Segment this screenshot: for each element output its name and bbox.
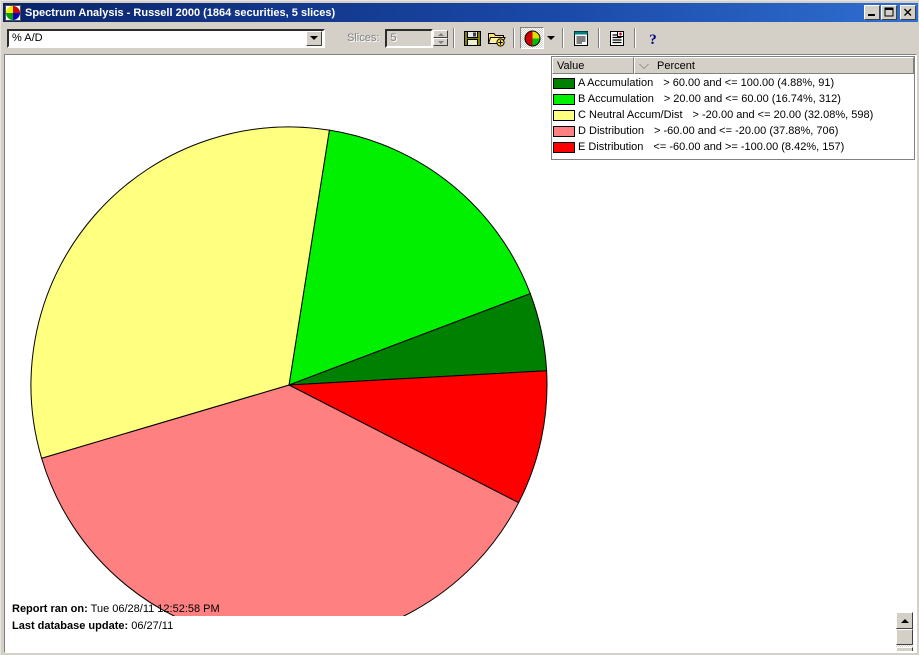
indicator-select[interactable]: % A/D: [7, 28, 325, 48]
application-window: Spectrum Analysis - Russell 2000 (1864 s…: [0, 0, 919, 655]
title-bar[interactable]: Spectrum Analysis - Russell 2000 (1864 s…: [3, 3, 918, 22]
legend-row-label: A Accumulation: [578, 77, 654, 89]
report-footer: Report ran on: Tue 06/28/11 12:52:58 PM …: [12, 601, 220, 635]
toolbar-separator: [453, 28, 456, 48]
open-folder-icon: [487, 33, 506, 47]
report-ran-value: Tue 06/28/11 12:52:58 PM: [90, 603, 220, 615]
legend-row-label: D Distribution: [578, 125, 645, 137]
indicator-select-value: % A/D: [12, 32, 43, 44]
chart-legend: Value Percent A Accumulation > 60.00 and …: [551, 56, 915, 160]
report-canvas: Value Percent A Accumulation > 60.00 and …: [6, 56, 915, 651]
arrow-up-icon[interactable]: [433, 30, 449, 38]
legend-color-swatch: [553, 125, 575, 137]
legend-color-swatch: [553, 109, 575, 121]
legend-row[interactable]: B Accumulation > 20.00 and <= 60.00 (16.7…: [553, 91, 914, 107]
legend-color-swatch: [553, 141, 575, 153]
legend-row-range: > -60.00 and <= -20.00 (37.88%, 706): [654, 125, 839, 137]
report-ran-line: Report ran on: Tue 06/28/11 12:52:58 PM: [12, 601, 220, 618]
legend-column-percent[interactable]: Percent: [634, 57, 914, 74]
report-content-pane: Value Percent A Accumulation > 60.00 and …: [4, 54, 917, 653]
legend-row[interactable]: D Distribution > -60.00 and <= -20.00 (37…: [553, 123, 914, 139]
chart-type-dropdown[interactable]: [544, 27, 557, 49]
legend-row-range: <= -60.00 and >= -100.00 (8.42%, 157): [653, 141, 845, 153]
legend-header: Value Percent: [552, 57, 914, 74]
scroll-thumb[interactable]: [896, 629, 913, 645]
toolbar-separator: [598, 28, 601, 48]
pie-chart-icon: [524, 30, 541, 46]
slices-input[interactable]: 5: [385, 28, 434, 48]
last-update-label: Last database update:: [12, 620, 129, 632]
slices-stepper[interactable]: 5: [385, 28, 449, 48]
slices-spin-buttons[interactable]: [433, 30, 449, 46]
toolbar: % A/D Slices: 5 ?: [3, 25, 918, 51]
window-controls: [863, 5, 916, 20]
close-button[interactable]: [900, 5, 916, 20]
app-pie-icon: [5, 4, 21, 21]
pie-chart-svg[interactable]: [6, 56, 554, 644]
scroll-up-button[interactable]: [896, 612, 913, 629]
legend-row[interactable]: C Neutral Accum/Dist > -20.00 and <= 20.0…: [553, 107, 914, 123]
floppy-disk-icon: [463, 31, 481, 46]
help-button[interactable]: ?: [641, 27, 665, 49]
scroll-down-button[interactable]: [896, 647, 913, 651]
sort-ascending-icon: [639, 63, 649, 68]
legend-row-label: E Distribution: [578, 141, 644, 153]
legend-column-value[interactable]: Value: [552, 57, 634, 74]
vertical-scrollbar[interactable]: [896, 612, 913, 651]
chevron-down-icon[interactable]: [306, 30, 322, 46]
legend-row-range: > 20.00 and <= 60.00 (16.74%, 312): [663, 93, 841, 105]
chevron-down-icon: [546, 36, 555, 40]
legend-row-list: A Accumulation > 60.00 and <= 100.00 (4.8…: [552, 74, 914, 155]
svg-text:?: ?: [650, 32, 658, 47]
maximize-button[interactable]: [881, 5, 897, 20]
open-button[interactable]: [484, 27, 508, 49]
question-mark-icon: ?: [650, 32, 658, 47]
toolbar-separator: [562, 28, 565, 48]
legend-row-label: B Accumulation: [578, 93, 654, 105]
report-list-icon: [574, 30, 589, 46]
window-title: Spectrum Analysis - Russell 2000 (1864 s…: [25, 6, 336, 19]
report-add-icon: [610, 30, 625, 46]
toolbar-separator: [634, 28, 637, 48]
legend-row[interactable]: E Distribution <= -60.00 and >= -100.00 (…: [553, 139, 914, 155]
last-update-line: Last database update: 06/27/11: [12, 618, 220, 635]
pie-chart: [6, 56, 554, 644]
new-report-button[interactable]: [605, 27, 629, 49]
legend-column-percent-label: Percent: [657, 59, 695, 72]
arrow-down-icon[interactable]: [433, 38, 449, 46]
legend-color-swatch: [553, 77, 575, 89]
legend-color-swatch: [553, 93, 575, 105]
report-ran-label: Report ran on:: [12, 603, 88, 615]
legend-row[interactable]: A Accumulation > 60.00 and <= 100.00 (4.8…: [553, 75, 914, 91]
toolbar-separator: [513, 28, 516, 48]
save-button[interactable]: [460, 27, 484, 49]
slices-label: Slices:: [347, 32, 380, 44]
legend-row-label: C Neutral Accum/Dist: [578, 109, 683, 121]
pie-chart-button[interactable]: [520, 27, 545, 49]
legend-row-range: > 60.00 and <= 100.00 (4.88%, 91): [663, 77, 835, 89]
minimize-button[interactable]: [864, 5, 880, 20]
legend-row-range: > -20.00 and <= 20.00 (32.08%, 598): [692, 109, 874, 121]
last-update-value: 06/27/11: [131, 620, 174, 632]
report-button[interactable]: [569, 27, 593, 49]
